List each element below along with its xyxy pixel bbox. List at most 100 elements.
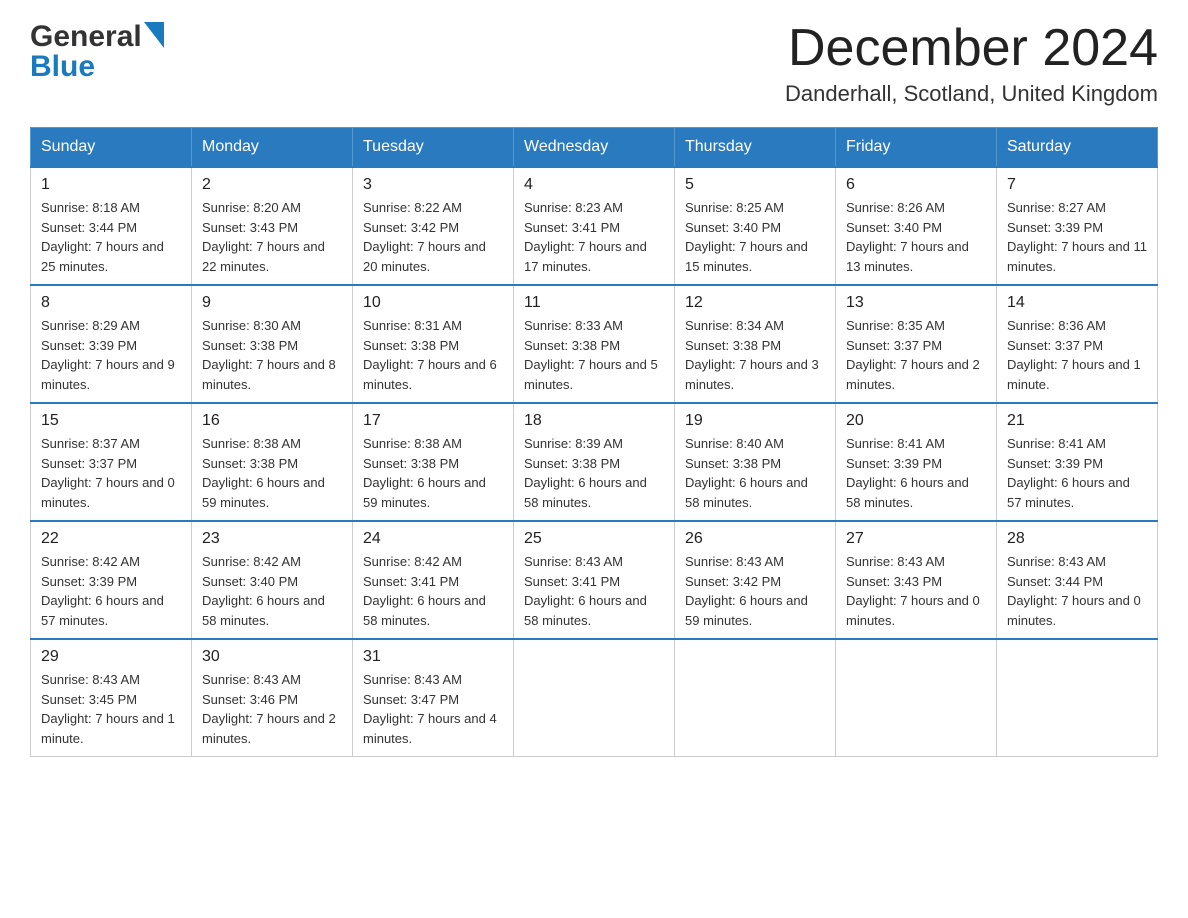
calendar-table: Sunday Monday Tuesday Wednesday Thursday… [30,127,1158,757]
day-info: Sunrise: 8:40 AM Sunset: 3:38 PM Dayligh… [685,434,825,512]
day-info: Sunrise: 8:26 AM Sunset: 3:40 PM Dayligh… [846,198,986,276]
day-number: 28 [1007,530,1147,548]
day-info: Sunrise: 8:31 AM Sunset: 3:38 PM Dayligh… [363,316,503,394]
day-number: 25 [524,530,664,548]
calendar-week-row: 1 Sunrise: 8:18 AM Sunset: 3:44 PM Dayli… [31,167,1158,285]
calendar-week-row: 22 Sunrise: 8:42 AM Sunset: 3:39 PM Dayl… [31,521,1158,639]
day-info: Sunrise: 8:23 AM Sunset: 3:41 PM Dayligh… [524,198,664,276]
header-friday: Friday [836,128,997,168]
day-number: 22 [41,530,181,548]
location-subtitle: Danderhall, Scotland, United Kingdom [785,81,1158,107]
day-number: 15 [41,412,181,430]
day-number: 5 [685,176,825,194]
calendar-day: 24 Sunrise: 8:42 AM Sunset: 3:41 PM Dayl… [353,521,514,639]
day-info: Sunrise: 8:43 AM Sunset: 3:46 PM Dayligh… [202,670,342,748]
day-number: 17 [363,412,503,430]
day-number: 24 [363,530,503,548]
calendar-day: 3 Sunrise: 8:22 AM Sunset: 3:42 PM Dayli… [353,167,514,285]
calendar-day: 27 Sunrise: 8:43 AM Sunset: 3:43 PM Dayl… [836,521,997,639]
calendar-day: 14 Sunrise: 8:36 AM Sunset: 3:37 PM Dayl… [997,285,1158,403]
calendar-day: 30 Sunrise: 8:43 AM Sunset: 3:46 PM Dayl… [192,639,353,757]
calendar-day: 23 Sunrise: 8:42 AM Sunset: 3:40 PM Dayl… [192,521,353,639]
calendar-day: 6 Sunrise: 8:26 AM Sunset: 3:40 PM Dayli… [836,167,997,285]
day-number: 20 [846,412,986,430]
calendar-week-row: 29 Sunrise: 8:43 AM Sunset: 3:45 PM Dayl… [31,639,1158,757]
day-info: Sunrise: 8:43 AM Sunset: 3:43 PM Dayligh… [846,552,986,630]
day-info: Sunrise: 8:43 AM Sunset: 3:45 PM Dayligh… [41,670,181,748]
calendar-day: 22 Sunrise: 8:42 AM Sunset: 3:39 PM Dayl… [31,521,192,639]
page-header: General Blue December 2024 Danderhall, S… [30,20,1158,107]
day-info: Sunrise: 8:35 AM Sunset: 3:37 PM Dayligh… [846,316,986,394]
calendar-day: 15 Sunrise: 8:37 AM Sunset: 3:37 PM Dayl… [31,403,192,521]
day-number: 29 [41,648,181,666]
calendar-day: 8 Sunrise: 8:29 AM Sunset: 3:39 PM Dayli… [31,285,192,403]
day-info: Sunrise: 8:36 AM Sunset: 3:37 PM Dayligh… [1007,316,1147,394]
day-number: 4 [524,176,664,194]
calendar-empty-cell [836,639,997,757]
calendar-day: 7 Sunrise: 8:27 AM Sunset: 3:39 PM Dayli… [997,167,1158,285]
calendar-day: 11 Sunrise: 8:33 AM Sunset: 3:38 PM Dayl… [514,285,675,403]
header-wednesday: Wednesday [514,128,675,168]
day-info: Sunrise: 8:43 AM Sunset: 3:41 PM Dayligh… [524,552,664,630]
day-number: 27 [846,530,986,548]
day-info: Sunrise: 8:43 AM Sunset: 3:44 PM Dayligh… [1007,552,1147,630]
calendar-day: 25 Sunrise: 8:43 AM Sunset: 3:41 PM Dayl… [514,521,675,639]
calendar-header-row: Sunday Monday Tuesday Wednesday Thursday… [31,128,1158,168]
calendar-empty-cell [514,639,675,757]
day-number: 11 [524,294,664,312]
day-number: 12 [685,294,825,312]
calendar-day: 26 Sunrise: 8:43 AM Sunset: 3:42 PM Dayl… [675,521,836,639]
header-saturday: Saturday [997,128,1158,168]
calendar-week-row: 15 Sunrise: 8:37 AM Sunset: 3:37 PM Dayl… [31,403,1158,521]
day-info: Sunrise: 8:34 AM Sunset: 3:38 PM Dayligh… [685,316,825,394]
day-number: 2 [202,176,342,194]
day-info: Sunrise: 8:42 AM Sunset: 3:39 PM Dayligh… [41,552,181,630]
day-info: Sunrise: 8:22 AM Sunset: 3:42 PM Dayligh… [363,198,503,276]
calendar-day: 5 Sunrise: 8:25 AM Sunset: 3:40 PM Dayli… [675,167,836,285]
calendar-day: 9 Sunrise: 8:30 AM Sunset: 3:38 PM Dayli… [192,285,353,403]
day-number: 31 [363,648,503,666]
header-sunday: Sunday [31,128,192,168]
day-number: 21 [1007,412,1147,430]
day-info: Sunrise: 8:43 AM Sunset: 3:47 PM Dayligh… [363,670,503,748]
calendar-day: 16 Sunrise: 8:38 AM Sunset: 3:38 PM Dayl… [192,403,353,521]
day-info: Sunrise: 8:25 AM Sunset: 3:40 PM Dayligh… [685,198,825,276]
day-info: Sunrise: 8:18 AM Sunset: 3:44 PM Dayligh… [41,198,181,276]
calendar-empty-cell [997,639,1158,757]
calendar-day: 17 Sunrise: 8:38 AM Sunset: 3:38 PM Dayl… [353,403,514,521]
logo: General Blue [30,20,164,84]
day-number: 8 [41,294,181,312]
title-block: December 2024 Danderhall, Scotland, Unit… [785,20,1158,107]
calendar-day: 31 Sunrise: 8:43 AM Sunset: 3:47 PM Dayl… [353,639,514,757]
calendar-day: 29 Sunrise: 8:43 AM Sunset: 3:45 PM Dayl… [31,639,192,757]
day-info: Sunrise: 8:27 AM Sunset: 3:39 PM Dayligh… [1007,198,1147,276]
day-number: 18 [524,412,664,430]
day-info: Sunrise: 8:41 AM Sunset: 3:39 PM Dayligh… [1007,434,1147,512]
day-info: Sunrise: 8:39 AM Sunset: 3:38 PM Dayligh… [524,434,664,512]
calendar-day: 28 Sunrise: 8:43 AM Sunset: 3:44 PM Dayl… [997,521,1158,639]
day-number: 10 [363,294,503,312]
month-title: December 2024 [785,20,1158,77]
day-number: 13 [846,294,986,312]
header-thursday: Thursday [675,128,836,168]
day-number: 23 [202,530,342,548]
calendar-day: 13 Sunrise: 8:35 AM Sunset: 3:37 PM Dayl… [836,285,997,403]
day-info: Sunrise: 8:38 AM Sunset: 3:38 PM Dayligh… [202,434,342,512]
calendar-day: 21 Sunrise: 8:41 AM Sunset: 3:39 PM Dayl… [997,403,1158,521]
calendar-week-row: 8 Sunrise: 8:29 AM Sunset: 3:39 PM Dayli… [31,285,1158,403]
day-number: 16 [202,412,342,430]
logo-general-text: General [30,20,142,54]
calendar-day: 12 Sunrise: 8:34 AM Sunset: 3:38 PM Dayl… [675,285,836,403]
header-tuesday: Tuesday [353,128,514,168]
day-number: 26 [685,530,825,548]
calendar-day: 10 Sunrise: 8:31 AM Sunset: 3:38 PM Dayl… [353,285,514,403]
day-info: Sunrise: 8:29 AM Sunset: 3:39 PM Dayligh… [41,316,181,394]
calendar-empty-cell [675,639,836,757]
calendar-day: 19 Sunrise: 8:40 AM Sunset: 3:38 PM Dayl… [675,403,836,521]
day-info: Sunrise: 8:20 AM Sunset: 3:43 PM Dayligh… [202,198,342,276]
header-monday: Monday [192,128,353,168]
day-info: Sunrise: 8:42 AM Sunset: 3:41 PM Dayligh… [363,552,503,630]
day-number: 3 [363,176,503,194]
logo-arrow-icon [144,22,164,48]
day-number: 30 [202,648,342,666]
